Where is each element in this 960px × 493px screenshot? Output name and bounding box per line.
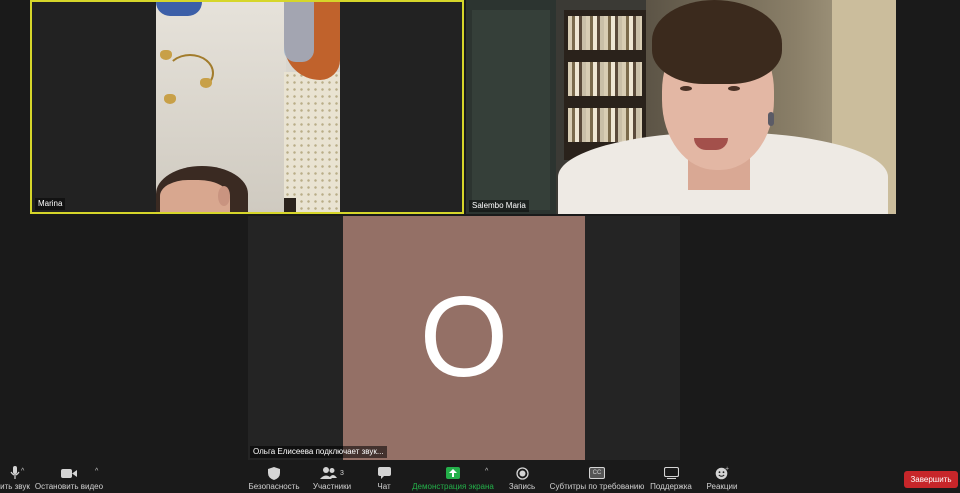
share-screen-icon <box>446 464 460 482</box>
microphone-icon <box>10 464 20 482</box>
shield-icon <box>268 464 280 482</box>
blue-object <box>156 2 202 16</box>
participants-icon: 3 <box>320 464 344 482</box>
avatar-initial: O <box>419 274 509 401</box>
participant-name-marina: Marina <box>35 198 66 210</box>
mute-label: ить звук <box>0 482 30 491</box>
end-meeting-button[interactable]: Завершить <box>904 471 958 488</box>
cc-icon: CC <box>589 464 605 482</box>
emoji-icon: + <box>715 464 729 482</box>
security-label: Безопасность <box>248 482 300 491</box>
door-panel <box>472 10 550 210</box>
participants-count: 3 <box>340 469 344 477</box>
lamp-shade <box>200 78 212 88</box>
share-screen-label: Демонстрация экрана <box>412 482 494 491</box>
joining-status: Ольга Елисеева подключает звук... <box>250 446 387 458</box>
meeting-toolbar: ить звук ^ Остановить видео ^ Безопаснос… <box>0 460 960 493</box>
stop-video-button[interactable]: Остановить видео <box>34 460 104 493</box>
lamp-shade <box>160 50 172 60</box>
curtain <box>284 2 314 62</box>
record-label: Запись <box>508 482 536 491</box>
share-screen-button[interactable]: Демонстрация экрана <box>412 460 494 493</box>
person-eye <box>680 86 692 91</box>
support-icon <box>663 464 679 482</box>
earring <box>768 112 774 126</box>
stop-video-label: Остановить видео <box>34 482 104 491</box>
support-label: Поддержка <box>650 482 692 491</box>
security-button[interactable]: Безопасность <box>248 460 300 493</box>
mute-options-chevron-icon[interactable]: ^ <box>21 468 24 475</box>
participants-button[interactable]: 3 Участники <box>310 460 354 493</box>
share-options-chevron-icon[interactable]: ^ <box>485 468 488 475</box>
captions-button[interactable]: CC Субтитры по требованию <box>549 460 645 493</box>
reactions-button[interactable]: + Реакции <box>704 460 740 493</box>
chat-label: Чат <box>377 482 391 491</box>
chat-button[interactable]: Чат <box>372 460 396 493</box>
books-row <box>568 16 642 50</box>
lamp-shade <box>164 94 176 104</box>
svg-text:+: + <box>725 466 729 472</box>
reactions-label: Реакции <box>706 482 738 491</box>
video-camera-icon <box>61 464 77 482</box>
record-icon <box>515 464 529 482</box>
person-eye <box>728 86 740 91</box>
books-row <box>568 62 642 96</box>
support-button[interactable]: Поддержка <box>650 460 692 493</box>
avatar: O <box>343 216 585 460</box>
person-ear <box>218 186 230 206</box>
marina-video-feed <box>156 2 340 212</box>
wallpaper <box>284 72 340 212</box>
video-tile-salembo-maria[interactable]: Salembo Maria <box>466 0 896 214</box>
books-row <box>568 108 642 142</box>
participant-name-salembo-maria: Salembo Maria <box>469 200 529 212</box>
record-button[interactable]: Запись <box>506 460 538 493</box>
dark-object <box>284 198 296 212</box>
participants-label: Участники <box>312 482 352 491</box>
chat-icon <box>377 464 391 482</box>
mute-button[interactable]: ить звук <box>0 460 30 493</box>
video-options-chevron-icon[interactable]: ^ <box>95 468 98 475</box>
video-tile-marina[interactable]: Marina <box>30 0 464 214</box>
video-tile-olga[interactable]: O Ольга Елисеева подключает звук... <box>248 216 680 460</box>
captions-label: Субтитры по требованию <box>549 482 645 491</box>
person-hair <box>652 0 782 84</box>
